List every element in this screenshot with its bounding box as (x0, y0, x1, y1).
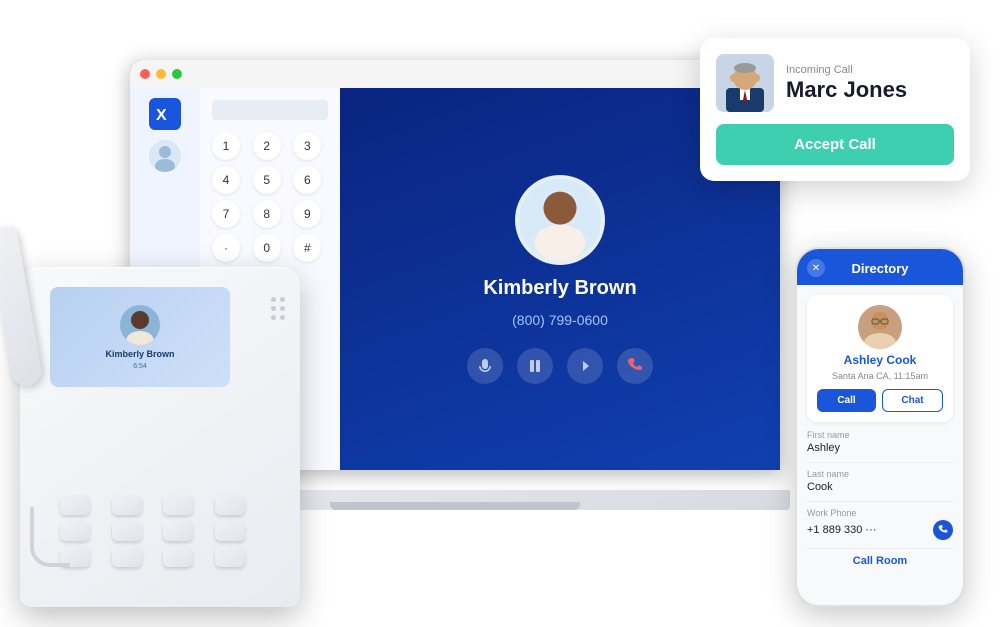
mobile-call-room-link[interactable]: Call Room (807, 555, 953, 567)
mobile-close-button[interactable]: ✕ (807, 259, 825, 277)
mobile-action-buttons: Call Chat (817, 389, 943, 412)
mobile-header: ✕ Directory (797, 249, 963, 285)
mobile-firstname-value: Ashley (807, 442, 953, 454)
app-logo: X (149, 98, 181, 130)
phone-screen: Kimberly Brown 6:54 (50, 287, 230, 387)
mobile-chat-button[interactable]: Chat (882, 389, 943, 412)
mobile-contact-location: Santa Ana CA, 11:15am (832, 371, 928, 381)
hold-button[interactable] (517, 348, 553, 384)
transfer-button[interactable] (567, 348, 603, 384)
dial-key-7[interactable]: 7 (212, 200, 240, 228)
mobile-firstname-label: First name (807, 430, 953, 440)
incoming-call-top: Incoming Call Marc Jones (716, 54, 954, 112)
dial-key-8[interactable]: 8 (253, 200, 281, 228)
phone-key[interactable] (215, 547, 245, 567)
mobile-call-button[interactable]: Call (817, 389, 876, 412)
phone-key[interactable] (112, 495, 142, 515)
caller-info: Incoming Call Marc Jones (786, 64, 907, 102)
phone-key[interactable] (112, 521, 142, 541)
close-dot[interactable] (140, 69, 150, 79)
mobile-divider-1 (807, 462, 953, 463)
mobile-field-phone: Work Phone +1 889 330 ··· (807, 508, 953, 540)
mobile-contact-card: Ashley Cook Santa Ana CA, 11:15am Call C… (807, 295, 953, 422)
laptop-titlebar (130, 60, 780, 88)
call-controls (467, 348, 653, 384)
active-call-avatar (515, 175, 605, 265)
search-bar[interactable] (212, 100, 328, 120)
dial-key-4[interactable]: 4 (212, 166, 240, 194)
phone-key[interactable] (215, 521, 245, 541)
svg-text:X: X (156, 107, 167, 124)
laptop-chin (330, 502, 580, 510)
dial-key-6[interactable]: 6 (293, 166, 321, 194)
caller-name: Marc Jones (786, 78, 907, 102)
phone-keypad (60, 495, 260, 567)
phone-avatar (120, 305, 160, 345)
deskphone: Kimberly Brown 6:54 (20, 227, 320, 607)
mobile-body: Ashley Cook Santa Ana CA, 11:15am Call C… (797, 285, 963, 605)
mobile-phone-value: +1 889 330 ··· (807, 524, 876, 536)
dial-key-3[interactable]: 3 (293, 132, 321, 160)
phone-key[interactable] (163, 495, 193, 515)
mobile-contact-name: Ashley Cook (844, 353, 917, 367)
maximize-dot[interactable] (172, 69, 182, 79)
accept-call-button[interactable]: Accept Call (716, 124, 954, 165)
caller-avatar (716, 54, 774, 112)
end-call-button[interactable] (617, 348, 653, 384)
minimize-dot[interactable] (156, 69, 166, 79)
mute-button[interactable] (467, 348, 503, 384)
incoming-label: Incoming Call (786, 64, 907, 76)
sidebar-avatar (149, 140, 181, 172)
active-call-name: Kimberly Brown (483, 277, 636, 300)
dial-key-5[interactable]: 5 (253, 166, 281, 194)
mobile-frame: ✕ Directory Ashley Cook Santa Ana CA (795, 247, 965, 607)
phone-key[interactable] (112, 547, 142, 567)
phone-speaker-dots (271, 297, 285, 320)
phone-contact-name: Kimberly Brown (105, 349, 174, 359)
mobile-title: Directory (851, 261, 908, 276)
dial-key-1[interactable]: 1 (212, 132, 240, 160)
mobile-avatar (858, 305, 902, 349)
mobile-divider-3 (807, 548, 953, 549)
incoming-call-card: Incoming Call Marc Jones Accept Call (700, 38, 970, 181)
mobile-phone-row: +1 889 330 ··· (807, 520, 953, 540)
dial-key-9[interactable]: 9 (293, 200, 321, 228)
phone-key[interactable] (163, 547, 193, 567)
phone-key[interactable] (215, 495, 245, 515)
phone-key[interactable] (163, 521, 193, 541)
mobile-field-lastname: Last name Cook (807, 469, 953, 493)
mobile-divider-2 (807, 501, 953, 502)
mobile-field-firstname: First name Ashley (807, 430, 953, 454)
mobile-lastname-label: Last name (807, 469, 953, 479)
phone-icon[interactable] (933, 520, 953, 540)
dial-key-2[interactable]: 2 (253, 132, 281, 160)
phone-contact-sub: 6:54 (133, 363, 147, 370)
mobile-app-container: ✕ Directory Ashley Cook Santa Ana CA (795, 247, 965, 607)
mobile-phone-label: Work Phone (807, 508, 953, 518)
mobile-lastname-value: Cook (807, 481, 953, 493)
phone-cord (30, 507, 70, 567)
active-call-phone: (800) 799-0600 (512, 312, 608, 328)
